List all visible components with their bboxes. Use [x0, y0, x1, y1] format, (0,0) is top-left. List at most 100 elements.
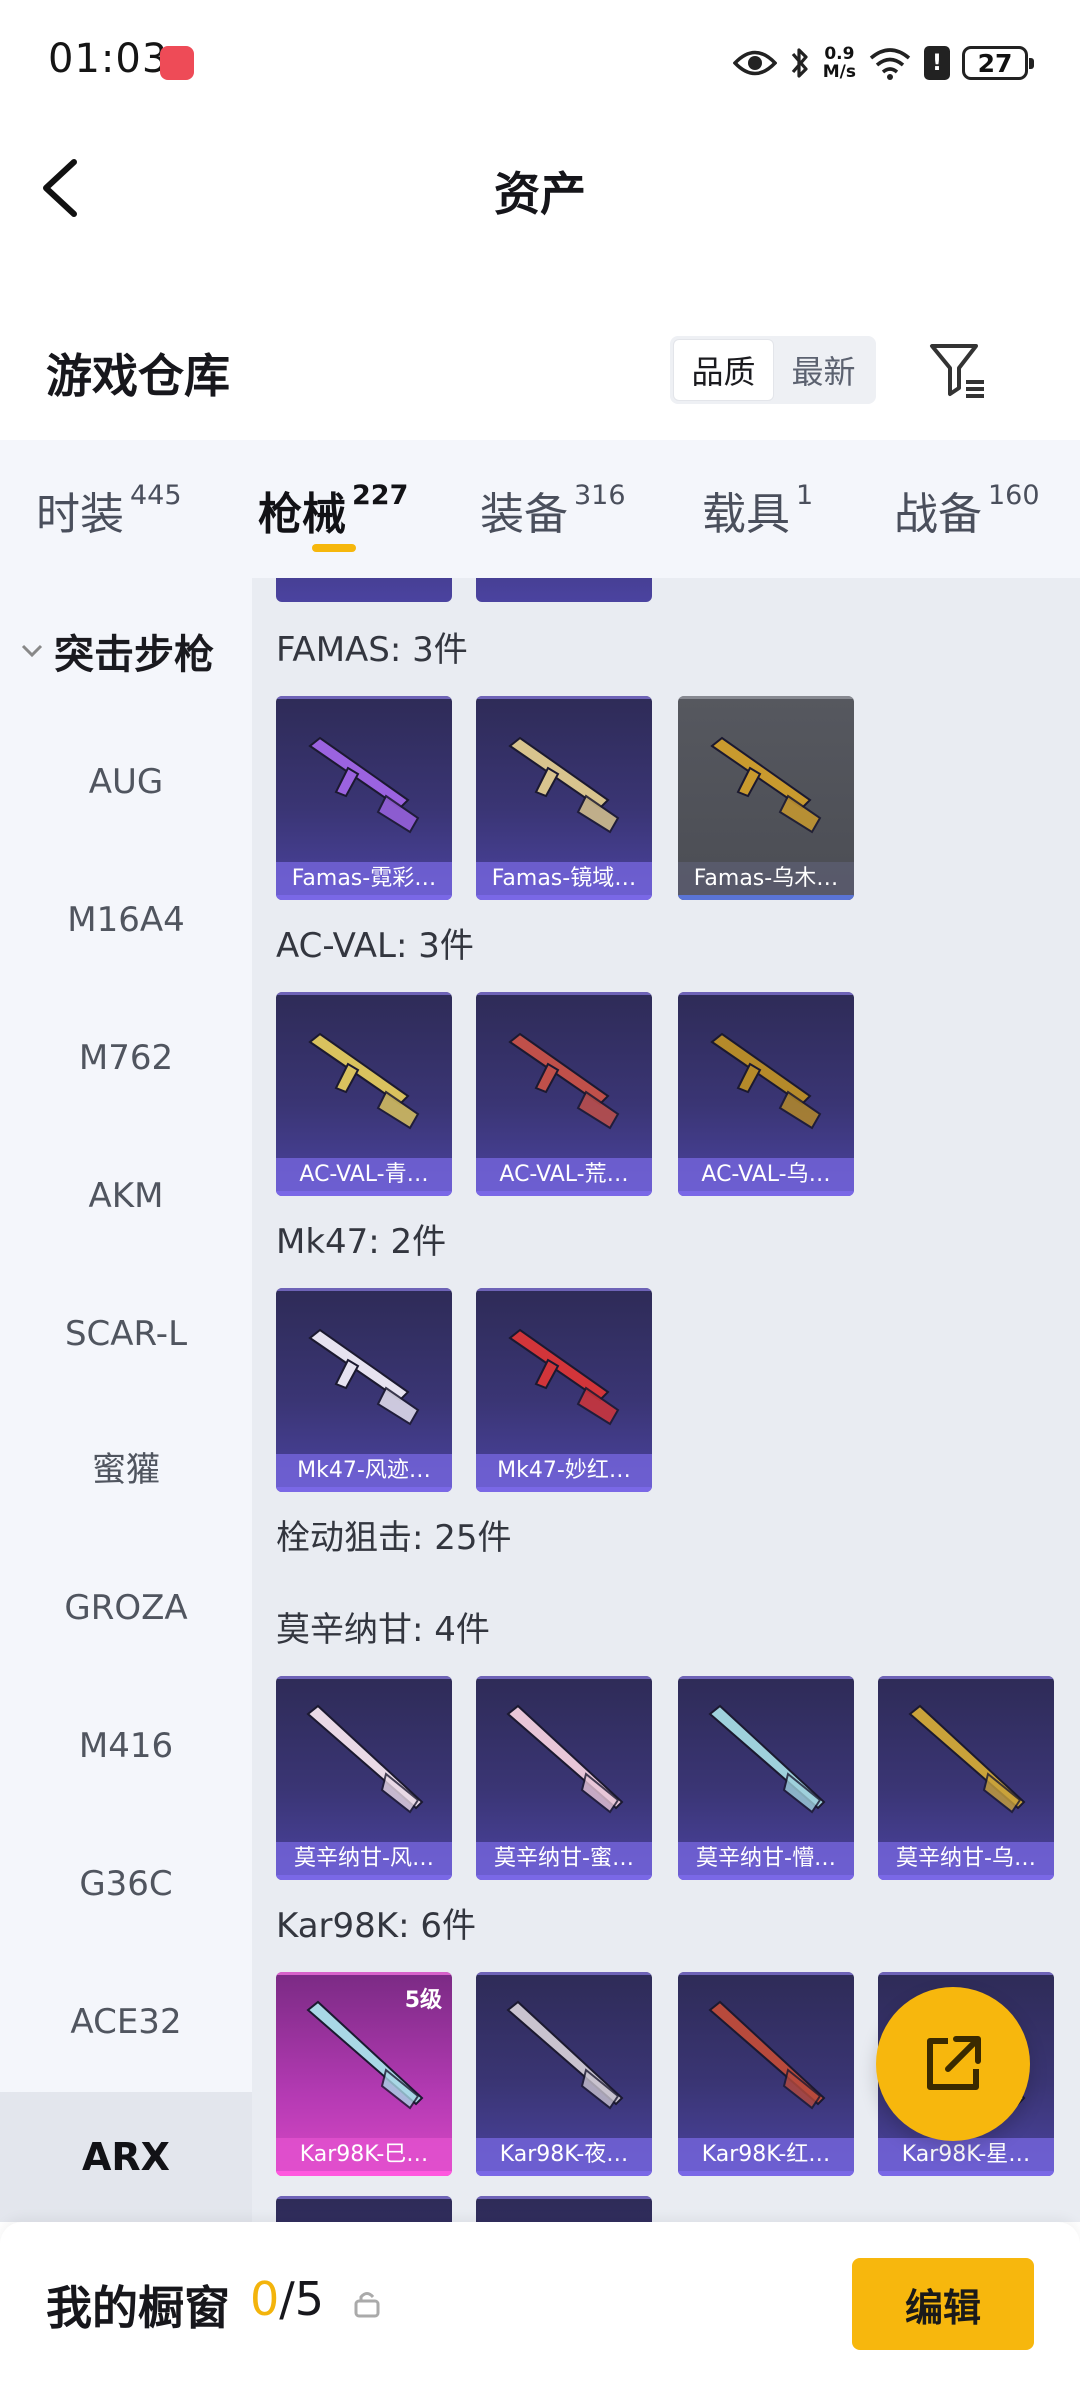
weapon-card[interactable]: AC-VAL-乌…	[678, 992, 854, 1196]
edit-button[interactable]: 编辑	[852, 2258, 1034, 2350]
weapon-name: 莫辛纳甘-懵…	[678, 1842, 854, 1880]
sidebar-item-m762[interactable]: M762	[0, 1034, 252, 1082]
sidebar-item-aug[interactable]: AUG	[0, 758, 252, 806]
weapon-image-icon	[908, 1704, 1026, 1814]
group-label: 栓动狙击: 25件	[276, 1518, 512, 1558]
weapon-card[interactable]: Mk47-妙红…	[476, 1288, 652, 1492]
wifi-icon	[869, 48, 911, 80]
weapon-image-icon	[506, 1704, 624, 1814]
weapon-card[interactable]: 莫辛纳甘-乌…	[878, 1676, 1054, 1880]
weapon-name: Famas-霓彩…	[276, 862, 452, 900]
weapon-card[interactable]: 莫辛纳甘-风…	[276, 1676, 452, 1880]
tab-firearms[interactable]: 枪械 227	[258, 478, 408, 542]
weapon-image-icon	[506, 2000, 624, 2110]
weapon-card-partial[interactable]	[276, 2196, 452, 2222]
weapon-image-icon	[306, 1704, 424, 1814]
weapon-image-icon	[308, 736, 420, 834]
weapon-card[interactable]: Mk47-风迹…	[276, 1288, 452, 1492]
weapon-image-icon	[708, 1704, 826, 1814]
warehouse-header: 游戏仓库 品质 最新	[0, 300, 1080, 440]
showcase-label: 我的橱窗	[46, 2281, 230, 2335]
sort-newest-option[interactable]: 最新	[774, 339, 873, 401]
tab-equipment[interactable]: 装备 316	[480, 478, 626, 542]
sort-quality-option[interactable]: 品质	[673, 339, 774, 401]
tab-vehicles[interactable]: 载具 1	[702, 478, 813, 542]
weapon-card[interactable]: Kar98K-夜…	[476, 1972, 652, 2176]
sidebar-item-groza[interactable]: GROZA	[0, 1584, 252, 1632]
tab-count: 445	[130, 480, 182, 511]
sidebar-item-arx[interactable]: ARX	[0, 2092, 252, 2222]
tab-label: 战备	[894, 489, 982, 540]
weapon-name: AC-VAL-乌…	[678, 1158, 854, 1196]
weapon-grid: FAMAS: 3件 AC-VAL: 3件 Mk47: 2件 栓动狙击: 25件 …	[252, 578, 1080, 2222]
bluetooth-icon	[791, 48, 808, 78]
tab-count: 316	[574, 480, 626, 511]
filter-icon	[930, 344, 984, 398]
weapon-card[interactable]: AC-VAL-青…	[276, 992, 452, 1196]
weapon-image-icon	[508, 736, 620, 834]
network-speed: 0.9 M/s	[823, 45, 856, 81]
sidebar-item-ace32[interactable]: ACE32	[0, 1998, 252, 2046]
sidebar-item-scar-l[interactable]: SCAR-L	[0, 1310, 252, 1358]
weapon-card[interactable]: AC-VAL-荒…	[476, 992, 652, 1196]
weapon-card[interactable]: 莫辛纳甘-蜜…	[476, 1676, 652, 1880]
weapon-name: Famas-乌木…	[678, 862, 854, 900]
tab-count: 227	[352, 480, 409, 511]
weapon-name: Mk47-风迹…	[276, 1454, 452, 1492]
weapon-card[interactable]: Kar98K-红…	[678, 1972, 854, 2176]
weapon-category-list: 突击步枪 AUG M16A4 M762 AKM SCAR-L 蜜獾 GROZA …	[0, 578, 252, 2222]
network-speed-value: 0.9	[824, 44, 855, 64]
tab-count: 1	[796, 480, 814, 511]
showcase-total: /5	[279, 2272, 325, 2326]
level-badge: 5级	[404, 1988, 442, 2013]
weapon-image-icon	[710, 736, 822, 834]
weapon-image-icon	[508, 1328, 620, 1426]
tab-supplies[interactable]: 战备 160	[894, 478, 1040, 542]
filter-button[interactable]	[926, 338, 990, 402]
weapon-name: Kar98K-夜…	[476, 2138, 652, 2176]
weapon-name: AC-VAL-荒…	[476, 1158, 652, 1196]
weapon-card-partial[interactable]	[476, 578, 652, 602]
sidebar-item-g36c[interactable]: G36C	[0, 1860, 252, 1908]
weapon-name: 莫辛纳甘-乌…	[878, 1842, 1054, 1880]
weapon-card[interactable]: Famas-镜域…	[476, 696, 652, 900]
share-button[interactable]	[876, 1987, 1030, 2141]
category-tabs: 时装 445 枪械 227 装备 316 载具 1 战备 160	[0, 440, 1080, 578]
tab-label: 时装	[36, 489, 124, 540]
app-header: 资产	[0, 126, 1080, 252]
tab-label: 载具	[702, 489, 790, 540]
showcase-bar: 我的橱窗 0/5 编辑	[0, 2222, 1080, 2382]
nav-group-assault-rifles[interactable]: 突击步枪	[18, 622, 214, 680]
weapon-card-partial[interactable]	[476, 2196, 652, 2222]
eye-icon	[732, 50, 777, 76]
sidebar-item-akm[interactable]: AKM	[0, 1172, 252, 1220]
tab-fashion[interactable]: 时装 445	[36, 478, 182, 542]
weapon-card-partial[interactable]	[276, 578, 452, 602]
weapon-card[interactable]: 莫辛纳甘-懵…	[678, 1676, 854, 1880]
weapon-image-icon	[308, 1032, 420, 1130]
group-label: FAMAS: 3件	[276, 630, 468, 670]
group-label: Mk47: 2件	[276, 1222, 447, 1262]
battery-icon: 27	[962, 46, 1034, 80]
weapon-card[interactable]: 5级 Kar98K-巳…	[276, 1972, 452, 2176]
lock-icon	[354, 2292, 380, 2318]
showcase-count: 0/5	[250, 2272, 324, 2326]
nav-group-label: 突击步枪	[54, 632, 214, 678]
warehouse-title: 游戏仓库	[46, 349, 230, 403]
weapon-image-icon	[710, 1032, 822, 1130]
notification-app-icon	[160, 46, 194, 80]
weapon-card[interactable]: Famas-乌木…	[678, 696, 854, 900]
sort-toggle: 品质 最新	[670, 336, 876, 404]
chevron-down-icon	[21, 644, 43, 658]
weapon-name: Kar98K-星…	[878, 2138, 1054, 2176]
network-speed-unit: M/s	[822, 62, 856, 82]
tab-label: 装备	[480, 489, 568, 540]
tab-count: 160	[988, 480, 1040, 511]
weapon-name: 莫辛纳甘-风…	[276, 1842, 452, 1880]
sidebar-item-m416[interactable]: M416	[0, 1722, 252, 1770]
weapon-card[interactable]: Famas-霓彩…	[276, 696, 452, 900]
sidebar-item-m16a4[interactable]: M16A4	[0, 896, 252, 944]
weapon-name: Mk47-妙红…	[476, 1454, 652, 1492]
alert-icon: !	[924, 46, 950, 80]
sidebar-item-honey-badger[interactable]: 蜜獾	[0, 1446, 252, 1494]
